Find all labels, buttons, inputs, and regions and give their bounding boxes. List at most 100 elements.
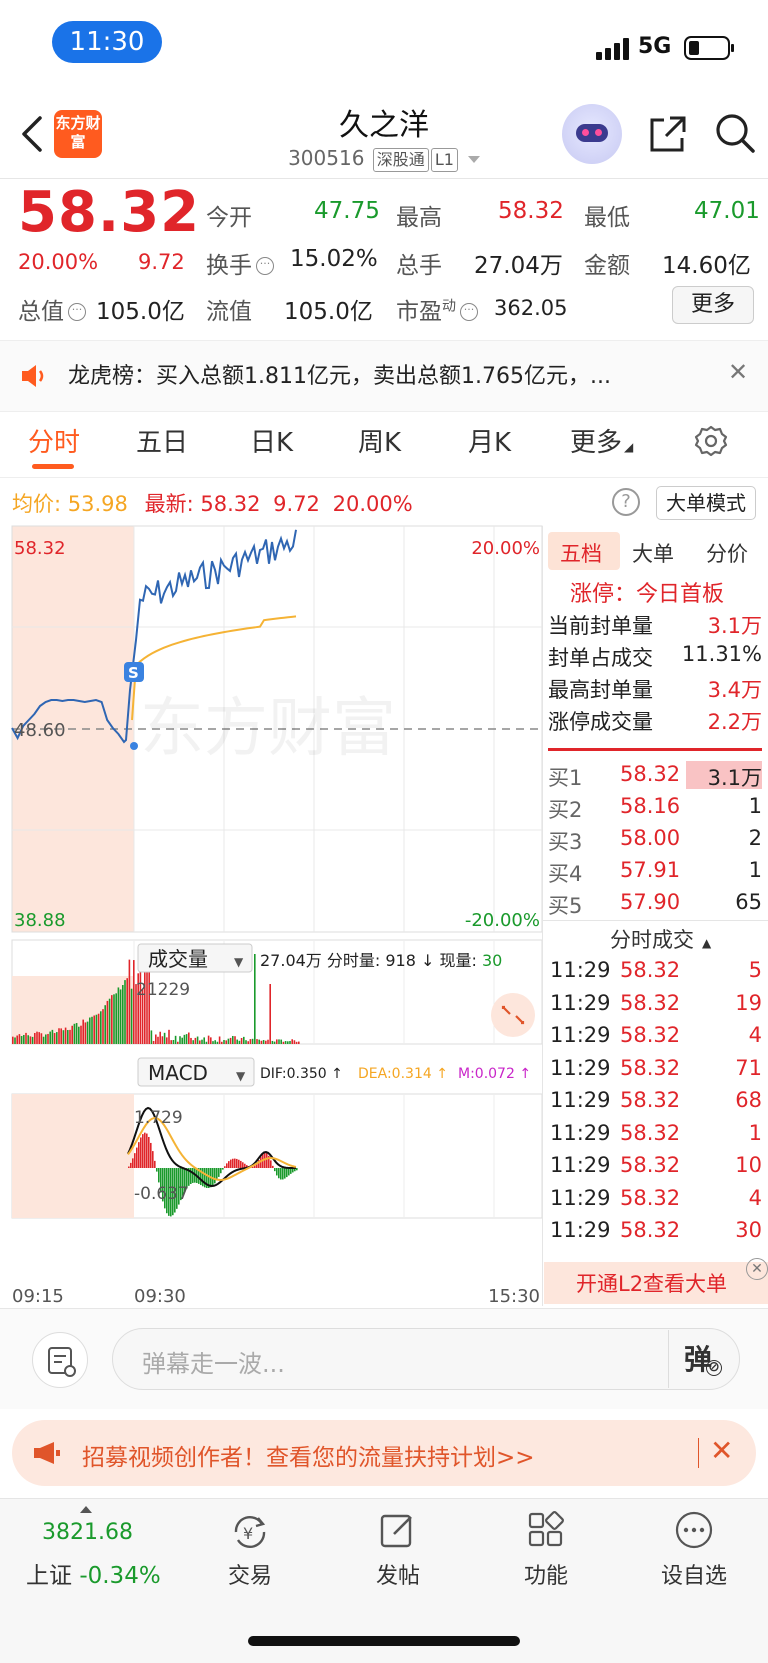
turnover-value: 15.02% [290, 246, 378, 272]
high-value: 58.32 [498, 198, 564, 224]
volume-bar [190, 1037, 192, 1044]
mktcap-label[interactable]: 总值 ··· [18, 292, 86, 326]
trade-price: 58.32 [620, 1120, 681, 1145]
y-bottom-label: 38.88 [14, 910, 66, 931]
post-icon[interactable] [378, 1510, 418, 1550]
side-tab-price-dist[interactable]: 分价 [706, 538, 748, 568]
tab-daily-k[interactable]: 日K [250, 422, 293, 459]
volume-bar [104, 1005, 106, 1044]
intraday-chart[interactable]: 东方财富 S 58.32 48.60 38.88 20.00% -20.00% … [0, 520, 544, 1312]
volume-bar [179, 1036, 181, 1044]
trade-time: 11:29 [550, 990, 611, 1015]
nav-trade[interactable]: 交易 [200, 1558, 300, 1590]
info-dots-icon[interactable]: ··· [460, 303, 478, 321]
volume-bar [238, 1040, 241, 1044]
nav-functions[interactable]: 功能 [496, 1558, 596, 1590]
index-value[interactable]: 3821.68 [42, 1520, 133, 1545]
close-icon[interactable]: ✕ [710, 1434, 733, 1467]
danmu-toggle-button[interactable]: 弹⊘ [684, 1338, 723, 1378]
pct-top-label: 20.00% [471, 538, 540, 559]
nav-post[interactable]: 发帖 [348, 1558, 448, 1590]
big-order-mode-button[interactable]: 大单模式 [656, 486, 756, 520]
bid-volume: 65 [735, 890, 762, 914]
tab-weekly-k[interactable]: 周K [358, 422, 401, 459]
volume-bar [117, 987, 120, 1044]
volume-bar [51, 1029, 54, 1044]
macd-bar [146, 1133, 148, 1168]
y-mid-label: 48.60 [14, 720, 66, 741]
danmu-placeholder[interactable]: 弹幕走一波... [142, 1344, 285, 1379]
chevron-down-icon [467, 156, 480, 163]
stat-value-3: 2.2万 [707, 710, 762, 734]
trade-price: 58.32 [620, 1185, 681, 1210]
volume-bar [168, 1029, 170, 1044]
macd-bar [214, 1168, 216, 1184]
info-dots-icon[interactable]: ··· [256, 257, 274, 275]
turnover-label[interactable]: 换手 ··· [206, 246, 274, 280]
volume-bar [67, 1030, 69, 1044]
more-circle-icon[interactable] [674, 1510, 714, 1550]
volume-max-label: 21229 [136, 980, 190, 1000]
side-tab-big-orders[interactable]: 大单 [632, 538, 674, 568]
volume-bar [166, 1037, 168, 1044]
macd-bar [202, 1168, 204, 1187]
search-icon[interactable] [714, 112, 756, 154]
volume-bar [247, 1041, 249, 1044]
macd-bar [240, 1160, 242, 1168]
volume-bar [102, 1009, 104, 1044]
tab-five-day[interactable]: 五日 [136, 422, 188, 459]
volume-value: 27.04万 [474, 253, 563, 279]
volume-bar [47, 1033, 49, 1044]
info-dots-icon[interactable]: ··· [68, 303, 86, 321]
volume-bar [254, 954, 256, 1044]
stock-code: 300516 [288, 146, 365, 170]
stat-label-0: 当前封单量 [548, 614, 653, 638]
trades-title[interactable]: 分时成交 ▲ [610, 924, 711, 954]
expand-icon-bg[interactable] [491, 993, 535, 1037]
macd-bar [224, 1166, 226, 1168]
tab-monthly-k[interactable]: 月K [468, 422, 511, 459]
trade-volume: 68 [735, 1088, 762, 1112]
promo-text[interactable]: 招募视频创作者！查看您的流量扶持计划>> [82, 1438, 535, 1472]
index-summary[interactable]: 上证 -0.34% [26, 1556, 161, 1590]
trade-icon[interactable]: ¥ [228, 1512, 272, 1552]
share-icon[interactable] [648, 114, 688, 154]
more-button[interactable]: 更多 [672, 286, 754, 324]
volume-bar [16, 1035, 18, 1044]
volume-bar [128, 959, 131, 1044]
volume-bar [174, 1035, 177, 1044]
volume-bar [207, 1035, 210, 1044]
gear-icon[interactable] [694, 424, 728, 458]
volume-bar [192, 1040, 194, 1044]
side-tab-level5[interactable]: 五档 [560, 538, 602, 568]
grid-icon[interactable] [526, 1510, 566, 1550]
y-top-label: 58.32 [14, 538, 66, 559]
volume-bar [236, 1039, 238, 1044]
volume-bar [97, 1013, 100, 1044]
volume-bar [152, 1040, 155, 1044]
comment-icon[interactable] [32, 1332, 88, 1388]
latest-change: 9.72 [273, 492, 320, 516]
dragon-tiger-text[interactable]: 龙虎榜：买入总额1.811亿元，卖出总额1.765亿元，... [68, 358, 688, 390]
volume-bar [29, 1036, 32, 1044]
volume-bar [75, 1023, 78, 1044]
close-icon[interactable]: ✕ [728, 358, 748, 386]
macd-bar [232, 1158, 234, 1168]
connect-tag: 深股通 [372, 148, 429, 172]
pe-label[interactable]: 市盈动 ··· [396, 292, 478, 326]
tab-more[interactable]: 更多 ◢ [570, 422, 633, 459]
bid-price: 57.91 [620, 858, 681, 882]
close-icon[interactable]: ✕ [746, 1258, 768, 1280]
open-value: 47.75 [314, 198, 380, 224]
ai-assistant-icon[interactable] [562, 104, 622, 164]
volume-bar [251, 1038, 254, 1044]
tab-intraday[interactable]: 分时 [28, 422, 80, 459]
trade-volume: 4 [748, 1185, 762, 1210]
help-icon[interactable]: ? [612, 488, 640, 516]
battery-icon [684, 36, 734, 60]
macd-selector-label: MACD [148, 1061, 208, 1085]
l2-banner-text[interactable]: 开通L2查看大单 [576, 1268, 727, 1298]
avg-label: 均价: [12, 492, 62, 516]
volume-bar [196, 1036, 199, 1044]
nav-watchlist[interactable]: 设自选 [644, 1558, 744, 1590]
